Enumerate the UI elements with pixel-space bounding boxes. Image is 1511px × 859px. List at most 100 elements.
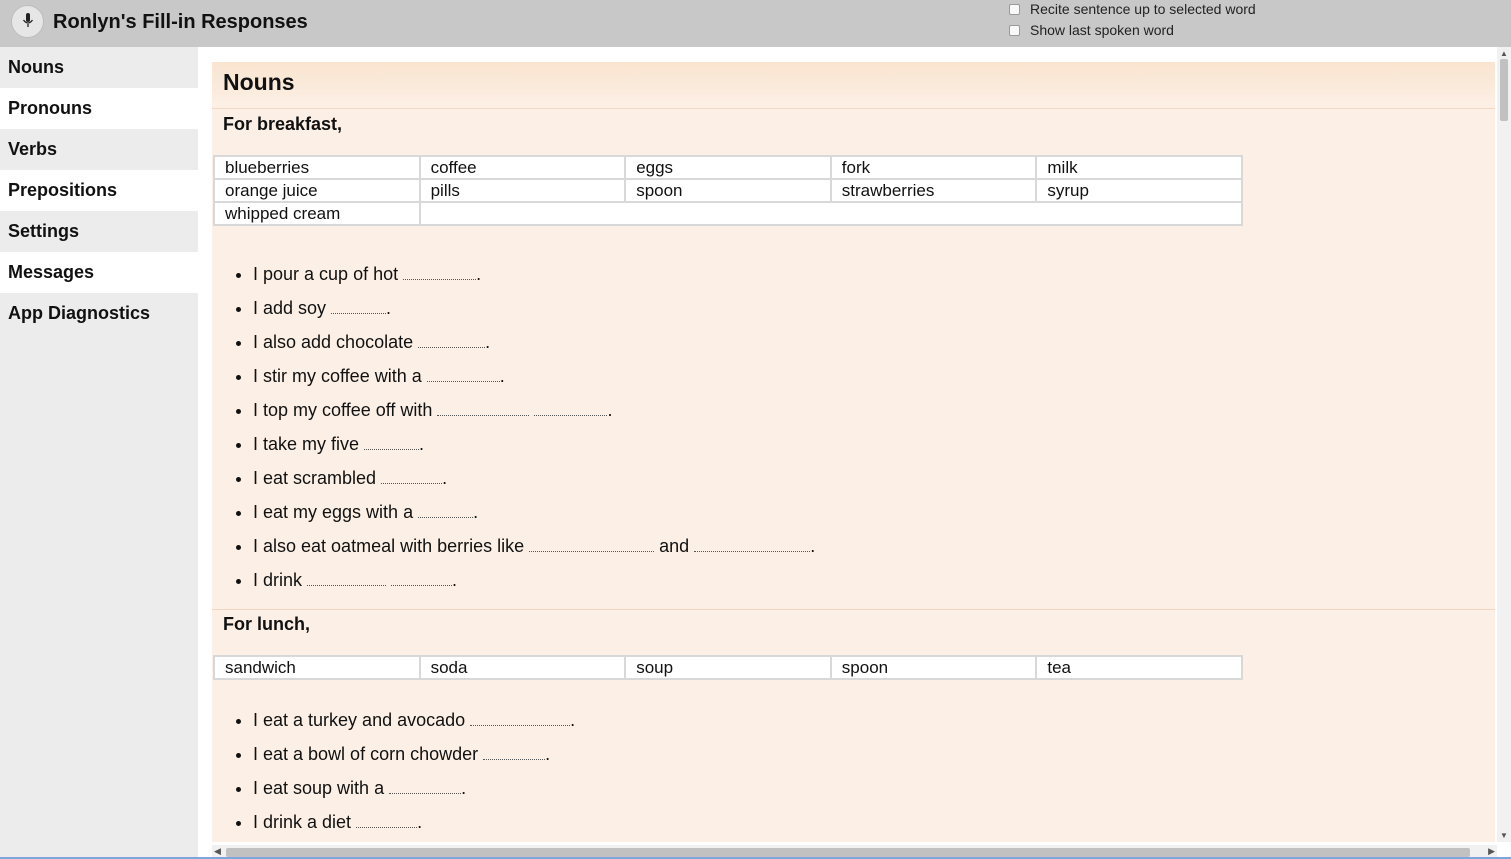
show-last-word-option[interactable]: Show last spoken word	[1009, 22, 1174, 38]
section-title: Nouns	[223, 69, 295, 95]
word-cell[interactable]: syrup	[1035, 178, 1243, 203]
word-cell[interactable]: spoon	[624, 178, 832, 203]
sidebar-item-app-diagnostics[interactable]: App Diagnostics	[0, 293, 198, 334]
horizontal-scroll-thumb[interactable]	[226, 848, 1470, 857]
lunch-word-table: sandwich soda soup spoon tea	[213, 655, 1243, 680]
blank-slot[interactable]	[534, 395, 608, 416]
blank-slot[interactable]	[418, 327, 486, 348]
sidebar-item-nouns[interactable]: Nouns	[0, 47, 198, 88]
word-cell[interactable]: spoon	[829, 655, 1038, 680]
breakfast-sentence-list: I pour a cup of hot. I add soy. I also a…	[212, 259, 815, 599]
list-item: I drink.	[253, 565, 815, 599]
blank-slot[interactable]	[694, 531, 811, 552]
sentence-punct: .	[386, 298, 392, 318]
recite-sentence-checkbox[interactable]	[1009, 3, 1020, 15]
sidebar-item-verbs[interactable]: Verbs	[0, 129, 198, 170]
blank-slot[interactable]	[364, 429, 420, 450]
table-row: orange juice pills spoon strawberries sy…	[213, 178, 1243, 203]
table-row: whipped cream	[213, 201, 1244, 226]
word-cell[interactable]: eggs	[624, 155, 832, 180]
nouns-section: Nouns For breakfast, blueberries coffee …	[212, 62, 1495, 842]
main-panel: Nouns For breakfast, blueberries coffee …	[198, 47, 1511, 859]
sentence-text: I eat soup with a	[253, 778, 385, 798]
breakfast-word-table: blueberries coffee eggs fork milk orange…	[213, 155, 1244, 226]
word-cell[interactable]: fork	[829, 155, 1038, 180]
arrow-right-icon[interactable]: ▶	[1488, 846, 1495, 857]
vertical-scroll-thumb[interactable]	[1500, 59, 1508, 121]
sentence-text: I eat scrambled	[253, 468, 377, 488]
word-cell[interactable]: whipped cream	[213, 201, 421, 226]
word-cell[interactable]: milk	[1035, 155, 1243, 180]
lunch-heading: For lunch,	[223, 614, 310, 634]
blank-slot[interactable]	[529, 531, 655, 552]
list-item: I also add chocolate.	[253, 327, 815, 361]
blank-slot[interactable]	[418, 497, 474, 518]
sentence-text: I also add chocolate	[253, 332, 414, 352]
list-item: I pour a cup of hot.	[253, 259, 815, 293]
sentence-punct: .	[452, 570, 458, 590]
blank-slot[interactable]	[426, 361, 500, 382]
blank-slot[interactable]	[389, 773, 462, 794]
sentence-punct: .	[485, 332, 491, 352]
word-cell[interactable]: strawberries	[829, 178, 1038, 203]
blank-slot[interactable]	[381, 463, 443, 484]
sentence-text: I top my coffee off with	[253, 400, 433, 420]
breakfast-heading: For breakfast,	[223, 114, 343, 134]
list-item: I drink a diet.	[253, 807, 575, 841]
sidebar-item-settings[interactable]: Settings	[0, 211, 198, 252]
section-header: Nouns	[212, 62, 1495, 109]
recite-sentence-label: Recite sentence up to selected word	[1030, 1, 1256, 17]
microphone-button[interactable]	[11, 5, 44, 38]
list-item: I eat my eggs with a.	[253, 497, 815, 531]
top-bar: Ronlyn's Fill-in Responses Recite senten…	[0, 0, 1511, 47]
word-cell[interactable]: soup	[624, 655, 832, 680]
word-cell[interactable]: tea	[1035, 655, 1243, 680]
blank-slot[interactable]	[403, 259, 477, 280]
sentence-punct: .	[473, 502, 479, 522]
list-item: I add soy.	[253, 293, 815, 327]
sentence-text: I pour a cup of hot	[253, 264, 399, 284]
sidebar-item-messages[interactable]: Messages	[0, 252, 198, 293]
word-cell[interactable]: pills	[418, 178, 627, 203]
blank-slot[interactable]	[391, 565, 453, 586]
word-cell[interactable]: sandwich	[213, 655, 421, 680]
sentence-text: I also eat oatmeal with berries like	[253, 536, 525, 556]
sentence-text: I eat a turkey and avocado	[253, 710, 466, 730]
sidebar-item-pronouns[interactable]: Pronouns	[0, 88, 198, 129]
list-item: I eat a turkey and avocado.	[253, 705, 575, 739]
sentence-punct: .	[545, 744, 551, 764]
blank-slot[interactable]	[307, 565, 387, 586]
blank-slot[interactable]	[331, 293, 387, 314]
word-cell[interactable]: soda	[418, 655, 627, 680]
list-item: I eat soup with a.	[253, 773, 575, 807]
word-cell[interactable]: blueberries	[213, 155, 421, 180]
arrow-down-icon[interactable]: ▼	[1500, 831, 1508, 840]
vertical-scrollbar[interactable]: ▲ ▼	[1497, 47, 1511, 842]
word-cell[interactable]: coffee	[418, 155, 627, 180]
sentence-punct: .	[417, 812, 423, 832]
lunch-sentence-list: I eat a turkey and avocado. I eat a bowl…	[212, 705, 575, 841]
sentence-punct: .	[442, 468, 448, 488]
show-last-word-label: Show last spoken word	[1030, 22, 1174, 38]
word-cell[interactable]: orange juice	[213, 178, 421, 203]
blank-slot[interactable]	[356, 807, 418, 828]
arrow-up-icon[interactable]: ▲	[1500, 49, 1508, 58]
blank-slot[interactable]	[483, 739, 546, 760]
arrow-left-icon[interactable]: ◀	[214, 846, 221, 857]
table-row: blueberries coffee eggs fork milk	[213, 155, 1243, 180]
list-item: I stir my coffee with a.	[253, 361, 815, 395]
sidebar: Nouns Pronouns Verbs Prepositions Settin…	[0, 47, 198, 859]
recite-sentence-option[interactable]: Recite sentence up to selected word	[1009, 1, 1256, 17]
show-last-word-checkbox[interactable]	[1009, 24, 1020, 36]
sentence-punct: .	[810, 536, 816, 556]
sentence-text: and	[659, 536, 690, 556]
sentence-punct: .	[419, 434, 425, 454]
list-item: I eat a bowl of corn chowder.	[253, 739, 575, 773]
sentence-text: I take my five	[253, 434, 360, 454]
sentence-punct: .	[461, 778, 467, 798]
sidebar-item-prepositions[interactable]: Prepositions	[0, 170, 198, 211]
blank-slot[interactable]	[437, 395, 530, 416]
sentence-punct: .	[570, 710, 576, 730]
list-item: I also eat oatmeal with berries like and…	[253, 531, 815, 565]
blank-slot[interactable]	[470, 705, 571, 726]
